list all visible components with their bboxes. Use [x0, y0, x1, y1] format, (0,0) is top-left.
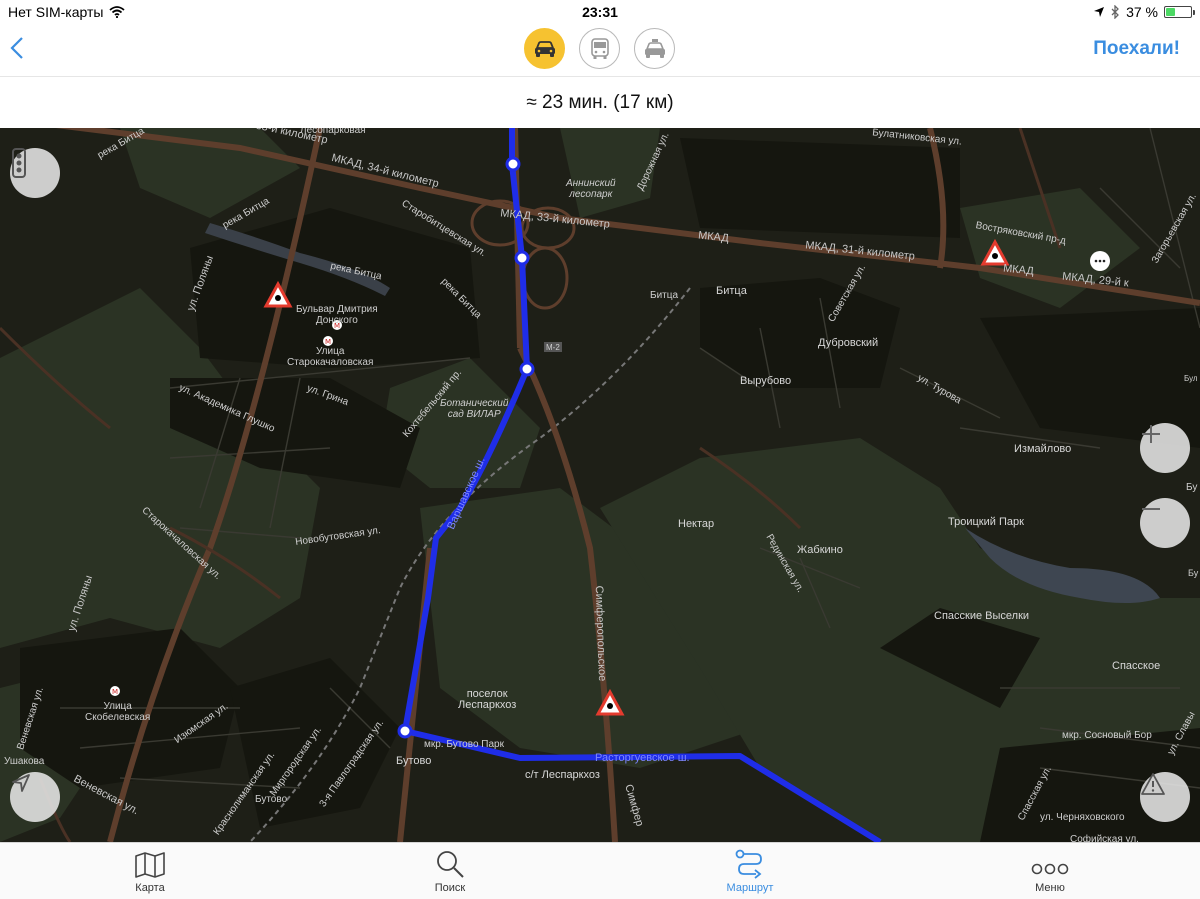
place-label: Вырубово: [740, 375, 792, 387]
mode-taxi-button[interactable]: [634, 28, 675, 69]
warning-icon: [1141, 773, 1165, 795]
route-summary: ≈ 23 мин. (17 км): [0, 76, 1200, 128]
plus-icon: [1142, 425, 1160, 443]
location-services-icon: [1094, 7, 1105, 17]
traffic-light-icon: [12, 148, 26, 178]
tab-label: Маршрут: [726, 882, 774, 894]
car-icon: [534, 40, 555, 57]
mode-car-button[interactable]: [524, 28, 565, 69]
zoom-in-button[interactable]: [1140, 423, 1190, 473]
map-view[interactable]: M M M МКАД, 34-й километр МКАД, 33-й кил…: [0, 128, 1200, 842]
road-event-chat-icon[interactable]: [1090, 251, 1110, 271]
metro-station-label: Бульвар Дмитрия Донского: [296, 304, 378, 326]
tab-route[interactable]: Маршрут: [675, 843, 825, 899]
street-label: Лесопарковая: [300, 128, 366, 136]
report-road-event-button[interactable]: [1140, 772, 1190, 822]
bluetooth-icon: [1111, 5, 1119, 19]
battery-icon: [1164, 6, 1195, 18]
place-label: Бутово: [396, 755, 432, 767]
location-arrow-icon: [12, 774, 30, 792]
street-label: ул. Черняховского: [1040, 812, 1125, 823]
metro-icon: M: [323, 336, 333, 346]
back-button[interactable]: [6, 34, 36, 66]
start-route-button[interactable]: Поехали!: [1093, 38, 1180, 60]
minus-icon: [1142, 508, 1160, 510]
street-label: Софийская ул.: [1070, 834, 1139, 842]
status-bar: Нет SIM-карты 23:31 37 %: [0, 0, 1200, 24]
search-icon: [437, 851, 464, 878]
clock: 23:31: [582, 4, 618, 20]
place-label: Бу: [1188, 568, 1199, 578]
station-label: Битца: [650, 290, 679, 301]
battery-level: [1166, 8, 1175, 16]
transport-mode-selector: [524, 28, 675, 69]
place-label: Измайлово: [1014, 443, 1072, 455]
road-label: Расторгуевское ш.: [595, 752, 690, 764]
place-label: Дубровский: [818, 337, 879, 349]
zoom-out-button[interactable]: [1140, 498, 1190, 548]
metro-station-label: Улица Старокачаловская: [287, 346, 374, 368]
place-label: Аннинский лесопарк: [566, 178, 616, 200]
battery-percent: 37 %: [1126, 4, 1158, 20]
traffic-toggle-button[interactable]: [10, 148, 60, 198]
map-icon: [135, 852, 165, 878]
more-icon: [1031, 863, 1069, 875]
place-label: Бу: [1186, 482, 1198, 493]
road-shield-label: М-2: [546, 343, 560, 352]
place-label: Спасское: [1112, 660, 1161, 672]
place-label: Нектар: [678, 518, 715, 530]
place-label: мкр. Сосновый Бор: [1062, 730, 1152, 741]
metro-icon: M: [110, 686, 120, 696]
metro-station-label: Улица Скобелевская: [85, 701, 151, 723]
svg-text:M: M: [112, 688, 118, 696]
station-label: Бутово: [255, 794, 288, 805]
tab-label: Карта: [135, 882, 165, 894]
place-label: Ботанический сад ВИЛАР: [440, 398, 509, 420]
chevron-left-icon: [10, 37, 23, 59]
place-label: Битца: [716, 285, 747, 297]
place-label: Жабкино: [797, 544, 843, 556]
tab-bar: Карта Поиск Маршрут Меню: [0, 842, 1200, 899]
taxi-icon: [644, 38, 665, 58]
locate-me-button[interactable]: [10, 772, 60, 822]
place-label: поселок Леспаркхоз: [458, 688, 517, 711]
tab-label: Меню: [1035, 882, 1065, 894]
tab-menu[interactable]: Меню: [975, 843, 1125, 899]
road-label: Симферопольское: [592, 585, 609, 682]
mode-bus-button[interactable]: [579, 28, 620, 69]
place-label: с/т Леспаркхоз: [525, 769, 600, 781]
route-icon: [735, 849, 762, 879]
route-header: Поехали!: [0, 24, 1200, 76]
place-label: Бул: [1184, 374, 1198, 383]
tab-search[interactable]: Поиск: [375, 843, 525, 899]
tab-label: Поиск: [434, 882, 466, 894]
place-label: мкр. Бутово Парк: [424, 739, 504, 750]
place-label: Спасские Выселки: [934, 610, 1030, 622]
svg-text:M: M: [325, 338, 331, 346]
bus-icon: [590, 37, 609, 59]
tab-map[interactable]: Карта: [75, 843, 225, 899]
place-label: Ушакова: [4, 756, 45, 767]
place-label: Троицкий Парк: [948, 516, 1024, 528]
